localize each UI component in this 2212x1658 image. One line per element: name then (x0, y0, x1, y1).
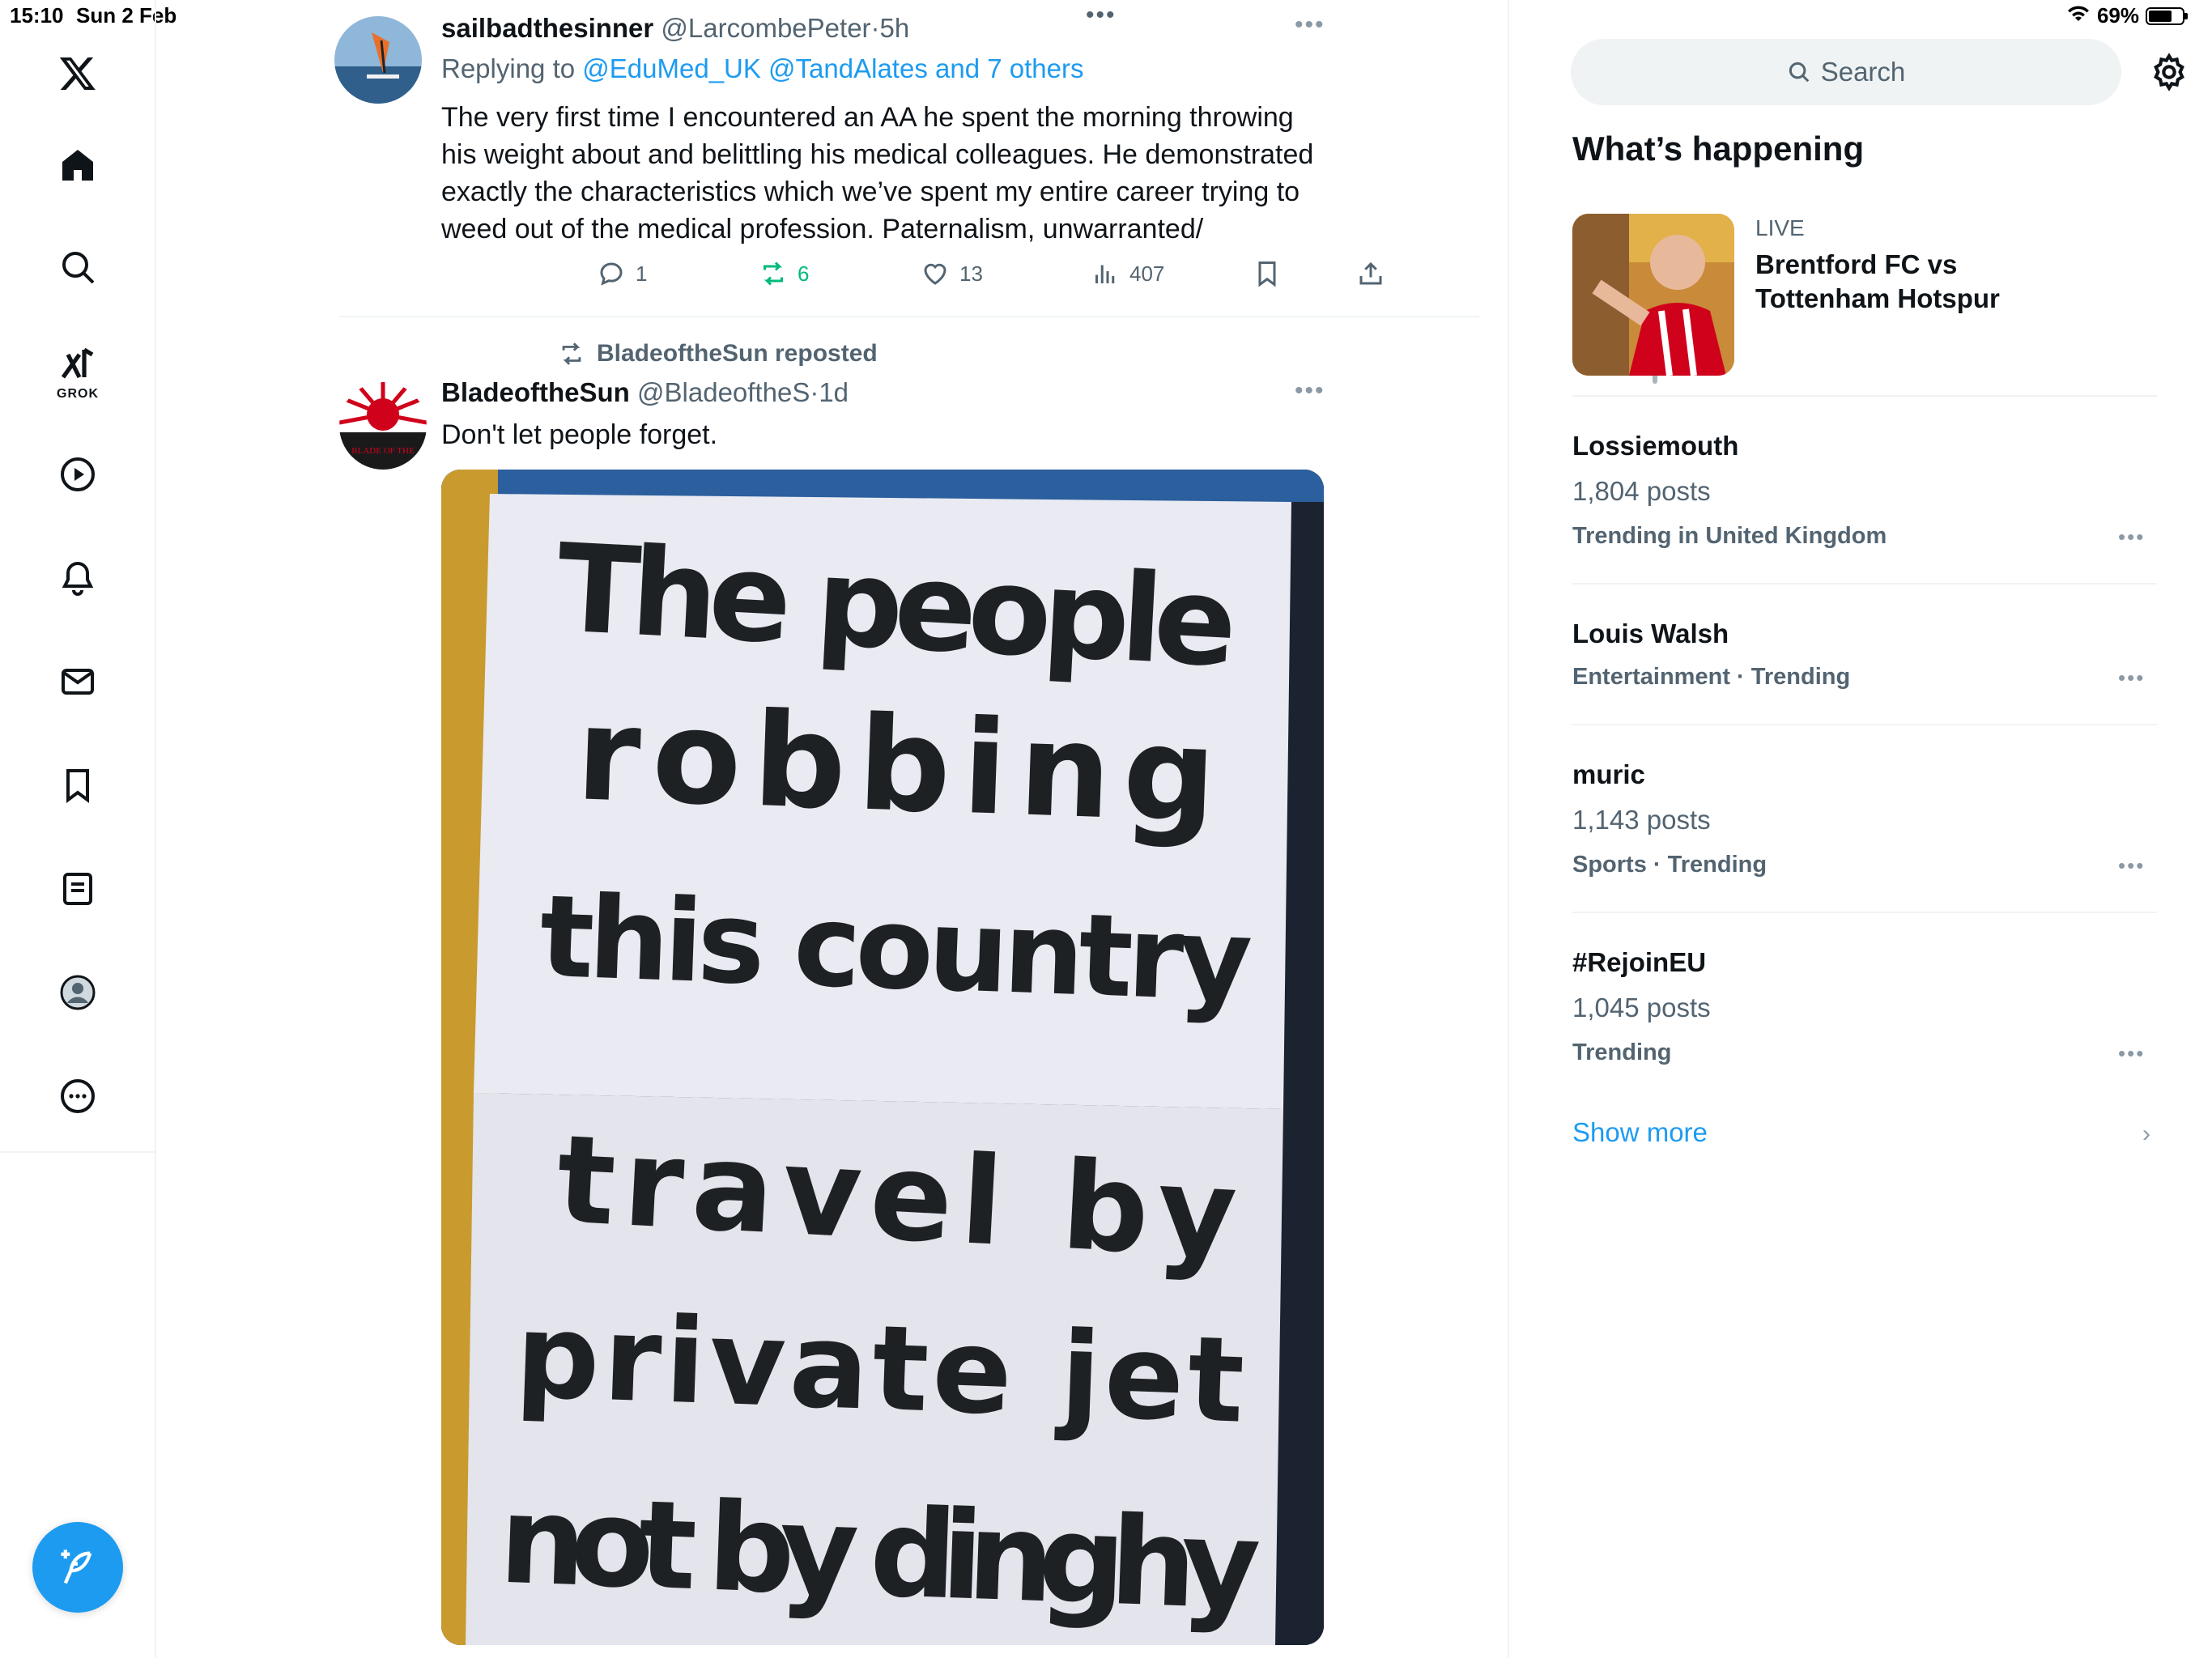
tweet-text-line: weed out of the medical profession. Pate… (441, 214, 1204, 244)
settings-gear-icon[interactable] (2149, 52, 2189, 92)
live-title-line: Brentford FC vs (1755, 249, 1958, 279)
bookmark-icon (1258, 261, 1276, 287)
messages-envelope-icon[interactable] (53, 657, 102, 706)
tweet-time[interactable]: 5h (880, 13, 910, 43)
views-chart-icon (1095, 265, 1115, 283)
live-label: LIVE (1755, 215, 1805, 240)
views-count: 407 (1129, 261, 1165, 286)
views-button[interactable]: 407 (1091, 259, 1164, 288)
tweet-header: sailbadthesinner @LarcombePeter·5h (441, 13, 909, 44)
trend-meta: Entertainment · Trending (1572, 664, 1851, 690)
notifications-bell-icon[interactable] (53, 554, 102, 602)
left-nav-items: GROK (0, 0, 156, 1153)
search-icon (1789, 62, 1810, 83)
replying-prefix: Replying to (441, 53, 576, 83)
trend-title: muric (1572, 759, 1645, 789)
tweet-time[interactable]: 1d (819, 377, 849, 407)
tweet-more-icon[interactable]: ••• (1295, 377, 1325, 405)
chevron-right-icon[interactable]: › (2142, 1120, 2150, 1148)
trend-posts: 1,045 posts (1572, 993, 1711, 1022)
separator-dot: · (810, 377, 819, 407)
tweet-actions: 1 6 13 407 (597, 259, 1487, 298)
live-title-line: Tottenham Hotspur (1755, 283, 2000, 313)
tweet-text-line: exactly the characteristics which we’ve … (441, 176, 1300, 207)
tweet-image[interactable]: The people robbing this country travel b… (441, 470, 1324, 1645)
bookmarks-icon[interactable] (53, 761, 102, 810)
tweet-text-line: The very first time I encountered an AA … (441, 102, 1294, 133)
avatar[interactable] (334, 16, 422, 104)
more-options-icon[interactable] (53, 1072, 102, 1120)
whats-happening-heading: What’s happening (1572, 130, 1865, 168)
grok-icon[interactable] (53, 340, 102, 389)
timeline: ••• sailbadthesinner @LarcombePeter·5h •… (156, 0, 1657, 1658)
trend-posts: 1,804 posts (1572, 476, 1711, 506)
show-more-link[interactable]: Show more (1572, 1117, 1708, 1148)
profile-avatar-icon[interactable] (53, 968, 102, 1017)
live-event-title[interactable]: Brentford FC vs Tottenham Hotspur (1755, 248, 2000, 316)
replying-to-links[interactable]: @EduMed_UK @TandAlates and 7 others (582, 53, 1083, 83)
grok-label: GROK (57, 387, 99, 401)
trend-title: Louis Walsh (1572, 619, 1729, 648)
heart-icon (924, 263, 946, 285)
bookmark-button[interactable] (1253, 259, 1282, 288)
author-name[interactable]: BladeoftheSun (441, 377, 630, 407)
feather-plus-icon (61, 1550, 92, 1584)
trend-title: Lossiemouth (1572, 431, 1739, 461)
divider (1572, 583, 2157, 585)
tweet-text-line: his weight about and belittling his medi… (441, 139, 1314, 170)
reply-button[interactable]: 1 (597, 259, 647, 288)
tweet-body: Don't let people forget. (441, 419, 718, 450)
compose-post-button[interactable] (32, 1522, 123, 1613)
sign-line: private jet (513, 1287, 1246, 1449)
sign-line: not by dinghy (497, 1470, 1262, 1638)
trend-more-icon[interactable]: ••• (2118, 853, 2145, 878)
trend-more-icon[interactable]: ••• (2118, 1041, 2145, 1066)
search-placeholder: Search (1820, 57, 1906, 87)
author-handle[interactable]: @BladeoftheS (637, 377, 810, 407)
divider (1572, 912, 2157, 913)
search-input[interactable]: Search (1571, 39, 2121, 105)
reposted-by-text: BladeoftheSun reposted (597, 340, 878, 367)
right-sidebar: Search What’s happening LIVE Brentford F… (1508, 0, 2212, 1658)
like-button[interactable]: 13 (921, 259, 983, 288)
author-handle[interactable]: @LarcombePeter (661, 13, 870, 43)
divider (1572, 724, 2157, 725)
trend-more-icon[interactable]: ••• (2118, 525, 2145, 550)
trend-meta: Sports · Trending (1572, 852, 1767, 878)
trend-meta: Trending (1572, 1039, 1672, 1065)
trend-posts: 1,143 posts (1572, 805, 1711, 835)
reposted-by-line[interactable]: BladeoftheSun reposted (558, 340, 878, 368)
sign-line: this country (538, 871, 1254, 1028)
search-icon[interactable] (53, 243, 102, 291)
repost-button[interactable]: 6 (759, 259, 809, 288)
like-count: 13 (959, 261, 983, 286)
live-event-thumbnail[interactable] (1572, 214, 1734, 376)
avatar-text: BLADE OF THE (351, 446, 415, 456)
reply-count: 1 (636, 261, 648, 286)
tweet-header: BladeoftheSun @BladeoftheS·1d (441, 377, 849, 408)
video-icon[interactable] (53, 450, 102, 499)
lists-icon[interactable] (53, 865, 102, 913)
avatar[interactable]: BLADE OF THE (339, 382, 427, 470)
share-icon (1359, 261, 1382, 285)
reply-icon (600, 262, 623, 286)
home-icon[interactable] (53, 141, 102, 189)
trend-meta: Trending in United Kingdom (1572, 523, 1887, 549)
x-logo-icon[interactable] (53, 49, 102, 97)
repost-icon (562, 342, 581, 365)
tweet-body: The very first time I encountered an AA … (441, 99, 1364, 248)
tweet-more-icon[interactable]: ••• (1295, 11, 1325, 39)
repost-icon (764, 261, 783, 286)
trend-more-icon[interactable]: ••• (2118, 665, 2145, 691)
trend-title: #RejoinEU (1572, 947, 1707, 977)
author-name[interactable]: sailbadthesinner (441, 13, 653, 43)
left-nav: GROK (0, 0, 156, 1658)
repost-count: 6 (798, 261, 810, 286)
separator-dot: · (870, 13, 880, 43)
divider (1572, 395, 2157, 397)
replying-to: Replying to @EduMed_UK @TandAlates and 7… (441, 53, 1083, 84)
share-button[interactable] (1356, 259, 1385, 288)
